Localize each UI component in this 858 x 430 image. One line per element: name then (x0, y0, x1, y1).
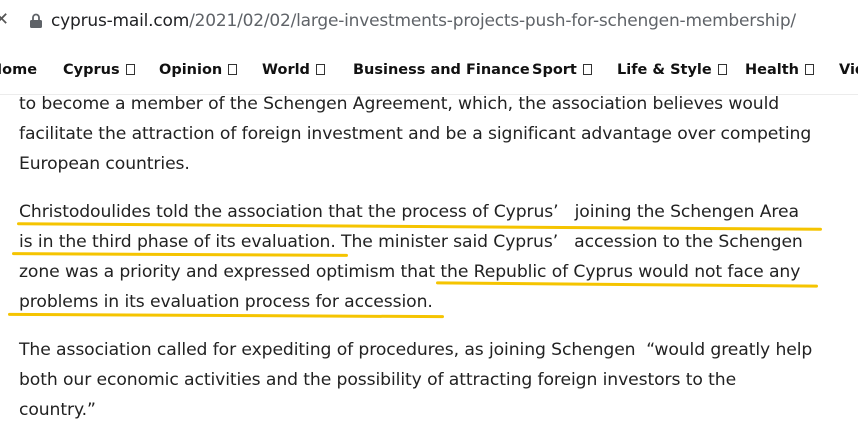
paragraph-line: Christodoulides told the association tha… (19, 202, 799, 222)
url-domain: cyprus-mail.com (51, 11, 190, 31)
nav-item-world[interactable]: World (262, 62, 325, 78)
nav-item-opinion[interactable]: Opinion (159, 62, 238, 78)
nav-item-home[interactable]: Home (0, 62, 37, 78)
close-icon[interactable]: ✕ (0, 9, 9, 30)
chevron-down-icon (717, 64, 727, 75)
paragraph-line: problems in its evaluation process for a… (19, 292, 433, 312)
lock-icon (30, 13, 42, 28)
paragraph-line: zone was a priority and expressed optimi… (19, 262, 801, 282)
highlight-underline (11, 252, 349, 257)
paragraph-line: facilitate the attraction of foreign inv… (19, 124, 812, 144)
chevron-down-icon (125, 64, 135, 75)
paragraph-line: to become a member of the Schengen Agree… (19, 94, 780, 114)
url-path: /2021/02/02/large-investments-projects-p… (189, 11, 796, 31)
site-nav: Home Cyprus Opinion World Business and F… (0, 48, 858, 95)
paragraph-line: The association called for expediting of… (19, 340, 813, 360)
url-text[interactable]: cyprus-mail.com/2021/02/02/large-investm… (51, 11, 796, 31)
highlight-underline (435, 281, 819, 288)
nav-item-life-style[interactable]: Life & Style (617, 62, 727, 78)
nav-item-health[interactable]: Health (745, 62, 814, 78)
paragraph-line: country.” (19, 400, 96, 420)
chevron-down-icon (315, 64, 325, 75)
highlight-underline (16, 222, 823, 231)
chevron-down-icon (228, 64, 238, 75)
address-bar[interactable]: ✕ cyprus-mail.com/2021/02/02/large-inves… (0, 0, 858, 40)
highlight-underline (7, 312, 445, 319)
nav-item-video[interactable]: Vid (839, 62, 858, 78)
paragraph-line: European countries. (19, 154, 190, 174)
paragraph-line: both our economic activities and the pos… (19, 370, 737, 390)
nav-item-sport[interactable]: Sport (532, 62, 592, 78)
nav-item-cyprus[interactable]: Cyprus (63, 62, 135, 78)
nav-item-business[interactable]: Business and Finance (353, 62, 530, 78)
chevron-down-icon (582, 64, 592, 75)
chevron-down-icon (804, 64, 814, 75)
paragraph-line: is in the third phase of its evaluation.… (19, 232, 803, 252)
